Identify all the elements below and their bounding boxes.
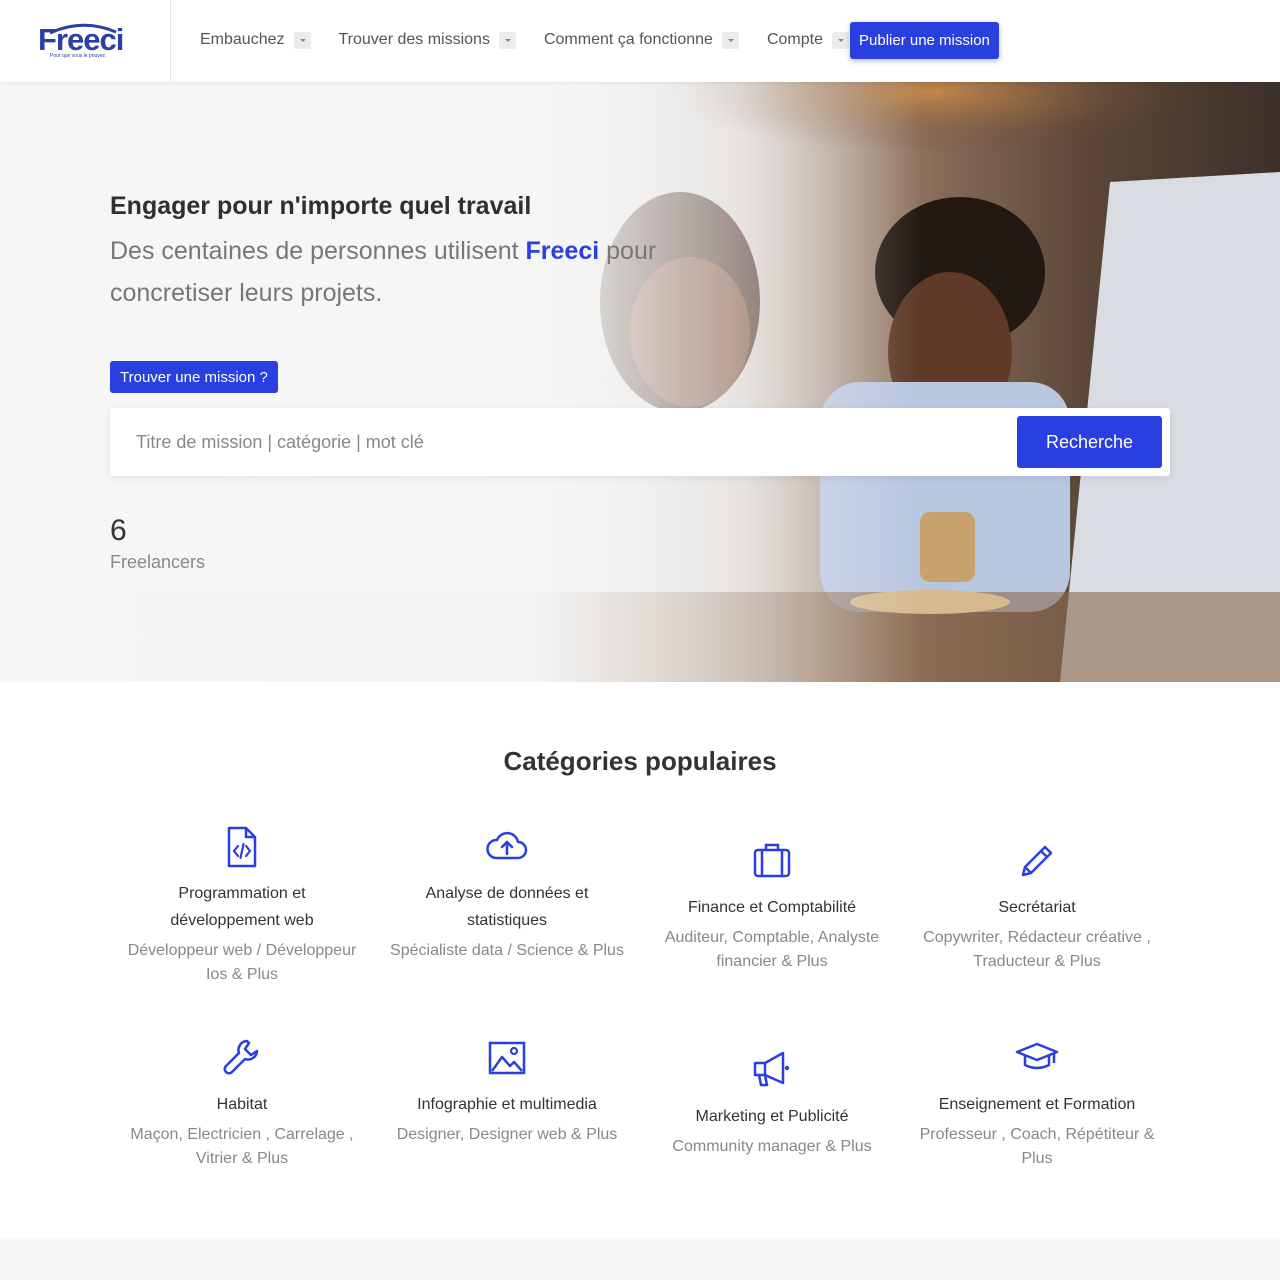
category-name: Habitat (216, 1096, 268, 1113)
freeci-logo[interactable]: Freeci Pour que vous le pouvez (38, 22, 134, 62)
nav-item-compte[interactable]: Compte (767, 31, 849, 49)
category-card-analyse[interactable]: Analyse de données et statistiques Spéci… (387, 824, 627, 963)
category-name: Marketing et Publicité (695, 1108, 849, 1125)
nav-item-trouver-missions[interactable]: Trouver des missions (339, 31, 516, 49)
search-input[interactable] (136, 422, 996, 462)
category-description: Copywriter, Rédacteur créative , Traduct… (923, 929, 1151, 970)
nav-item-comment-ca-fonctionne[interactable]: Comment ça fonctionne (544, 31, 739, 49)
hero-section: Engager pour n'importe quel travail Des … (0, 82, 1280, 682)
cloud-upload-icon (486, 831, 528, 860)
category-card-finance[interactable]: Finance et Comptabilité Auditeur, Compta… (652, 838, 892, 974)
hero-subtitle-start: Des centaines de personnes utilisent (110, 237, 526, 265)
site-header: Freeci Pour que vous le pouvez Embauchez… (0, 0, 1280, 82)
category-name: Secrétariat (998, 899, 1076, 916)
briefcase-icon (753, 843, 791, 878)
category-description: Designer, Designer web & Plus (396, 1126, 618, 1143)
category-card-enseignement[interactable]: Enseignement et Formation Professeur , C… (917, 1035, 1157, 1171)
search-button[interactable]: Recherche (1017, 416, 1162, 468)
category-card-infographie[interactable]: Infographie et multimedia Designer, Desi… (387, 1035, 627, 1147)
category-description: Professeur , Coach, Répétiteur & Plus (919, 1126, 1155, 1167)
hero-subtitle: Des centaines de personnes utilisent Fre… (110, 230, 710, 314)
category-description: Spécialiste data / Science & Plus (390, 942, 624, 959)
hero-brand-name: Freeci (525, 237, 600, 265)
category-name: Finance et Comptabilité (687, 899, 857, 916)
footer-band (0, 1238, 1280, 1280)
logo-container: Freeci Pour que vous le pouvez (0, 0, 171, 82)
category-name: Enseignement et Formation (938, 1096, 1136, 1113)
nav-item-label: Trouver des missions (338, 31, 490, 48)
find-mission-button[interactable]: Trouver une mission ? (110, 361, 278, 393)
category-name: Analyse de données et statistiques (425, 885, 589, 929)
category-description: Maçon, Electricien , Carrelage , Vitrier… (130, 1126, 354, 1167)
categories-title: Catégories populaires (503, 746, 777, 776)
category-name: Infographie et multimedia (417, 1096, 597, 1113)
megaphone-icon (753, 1051, 790, 1087)
chevron-down-icon (498, 31, 516, 49)
nav-item-label: Comment ça fonctionne (543, 31, 713, 48)
chevron-down-icon (293, 31, 311, 49)
nav-item-embauchez[interactable]: Embauchez (200, 31, 311, 49)
publish-mission-button[interactable]: Publier une mission (850, 22, 999, 59)
category-description: Community manager & Plus (672, 1138, 872, 1155)
pencil-icon (1021, 845, 1053, 877)
hero-title: Engager pour n'importe quel travail (110, 192, 532, 220)
nav-item-label: Embauchez (200, 31, 285, 48)
logo-tagline: Pour que vous le pouvez (50, 53, 106, 59)
category-card-programmation[interactable]: Programmation et développement web Dével… (122, 824, 362, 987)
category-description: Développeur web / Développeur Ios & Plus (127, 942, 357, 983)
graduation-cap-icon (1015, 1042, 1059, 1070)
category-card-secretariat[interactable]: Secrétariat Copywriter, Rédacteur créati… (917, 838, 1157, 974)
freelancer-count-label: Freelancers (110, 552, 206, 572)
category-card-marketing[interactable]: Marketing et Publicité Community manager… (652, 1047, 892, 1159)
freelancer-count: 6 (110, 514, 127, 547)
search-bar: Recherche (110, 408, 1170, 476)
category-card-habitat[interactable]: Habitat Maçon, Electricien , Carrelage ,… (122, 1035, 362, 1171)
image-icon (488, 1041, 526, 1075)
wrench-icon (223, 1039, 259, 1075)
nav-item-label: Compte (766, 31, 823, 48)
chevron-down-icon (721, 31, 739, 49)
code-file-icon (227, 826, 257, 868)
main-nav: Embauchez Trouver des missions Comment ç… (200, 22, 877, 58)
category-name: Programmation et développement web (170, 885, 314, 929)
category-description: Auditeur, Comptable, Analyste financier … (664, 929, 880, 970)
chevron-down-icon (831, 31, 849, 49)
